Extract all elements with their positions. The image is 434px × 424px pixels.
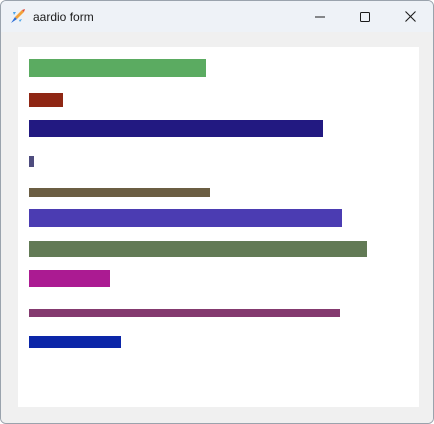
bar-1 — [29, 59, 206, 77]
bar-6 — [29, 209, 342, 227]
bar-10 — [29, 336, 121, 348]
app-window: aardio form — [0, 0, 434, 424]
window-title: aardio form — [33, 10, 94, 24]
close-icon — [404, 11, 416, 22]
minimize-button[interactable] — [297, 1, 343, 32]
maximize-button[interactable] — [342, 1, 388, 32]
title-bar[interactable]: aardio form — [1, 1, 433, 32]
maximize-icon — [360, 11, 370, 22]
bar-9 — [29, 309, 340, 317]
bar-5 — [29, 188, 210, 197]
bar-7 — [29, 241, 367, 257]
minimize-icon — [315, 12, 325, 22]
bar-2 — [29, 93, 63, 107]
close-button[interactable] — [387, 1, 433, 32]
bar-4 — [29, 156, 34, 167]
aardio-app-icon[interactable] — [10, 8, 26, 24]
form-client-area — [1, 32, 433, 423]
bar-panel — [18, 47, 419, 407]
bar-8 — [29, 270, 110, 287]
bar-3 — [29, 120, 323, 137]
